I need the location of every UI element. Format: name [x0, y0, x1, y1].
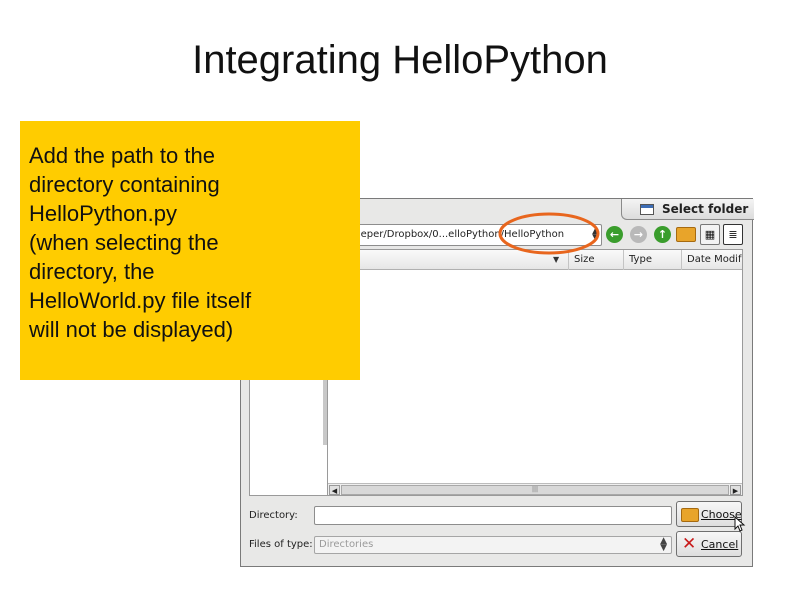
- grid-view-icon: ▦: [704, 228, 716, 241]
- cancel-button[interactable]: ✕ Cancel: [676, 531, 742, 557]
- callout-line: (when selecting the: [29, 230, 219, 255]
- new-folder-icon[interactable]: [676, 227, 696, 242]
- files-of-type-label: Files of type:: [249, 539, 313, 550]
- scroll-left-icon[interactable]: ◀: [329, 485, 340, 495]
- back-button[interactable]: ←: [606, 226, 623, 243]
- slide-title: Integrating HelloPython: [192, 38, 608, 82]
- callout-line: Add the path to the: [29, 143, 215, 168]
- cancel-x-icon: ✕: [682, 534, 697, 554]
- directory-input[interactable]: [314, 506, 672, 525]
- directory-label: Directory:: [249, 510, 298, 521]
- mouse-cursor-icon: [734, 516, 746, 532]
- file-list[interactable]: ame ▼ Size Type Date Modif ◀ ||| ▶: [327, 249, 743, 496]
- scroll-right-icon[interactable]: ▶: [730, 485, 741, 495]
- horizontal-scrollbar[interactable]: ◀ ||| ▶: [328, 483, 742, 495]
- highlight-ellipse: [498, 212, 600, 255]
- arrow-right-icon: →: [633, 228, 644, 241]
- choose-button[interactable]: Choose: [676, 501, 742, 527]
- callout-line: directory, the: [29, 259, 155, 284]
- updown-arrows-icon: ▲ ▼: [660, 536, 667, 553]
- callout-line: HelloWorld.py file itself: [29, 288, 252, 313]
- up-button[interactable]: ↑: [654, 226, 671, 243]
- forward-button[interactable]: →: [630, 226, 647, 243]
- dialog-titlebar[interactable]: Select folder: [621, 199, 754, 220]
- callout-line: HelloPython.py: [29, 201, 177, 226]
- arrow-left-icon: ←: [609, 228, 620, 241]
- callout-note: Add the path to the directory containing…: [20, 121, 360, 380]
- list-view-button[interactable]: ≣: [723, 224, 743, 245]
- column-type[interactable]: Type: [623, 250, 681, 270]
- window-icon: [640, 204, 654, 215]
- callout-line: directory containing: [29, 172, 220, 197]
- sort-down-icon: ▼: [553, 255, 560, 264]
- files-of-type-select[interactable]: Directories ▲ ▼: [314, 536, 672, 554]
- callout-line: will not be displayed): [29, 317, 234, 342]
- column-date-modified[interactable]: Date Modif: [681, 250, 744, 270]
- dialog-title: Select folder: [662, 202, 749, 216]
- cancel-button-label: Cancel: [701, 538, 739, 551]
- files-of-type-value: Directories: [319, 539, 374, 550]
- arrow-up-icon: ↑: [657, 228, 668, 241]
- folder-icon: [681, 508, 699, 522]
- list-view-icon: ≣: [728, 228, 738, 241]
- scrollbar-thumb[interactable]: |||: [341, 485, 729, 495]
- grid-view-button[interactable]: ▦: [700, 224, 720, 245]
